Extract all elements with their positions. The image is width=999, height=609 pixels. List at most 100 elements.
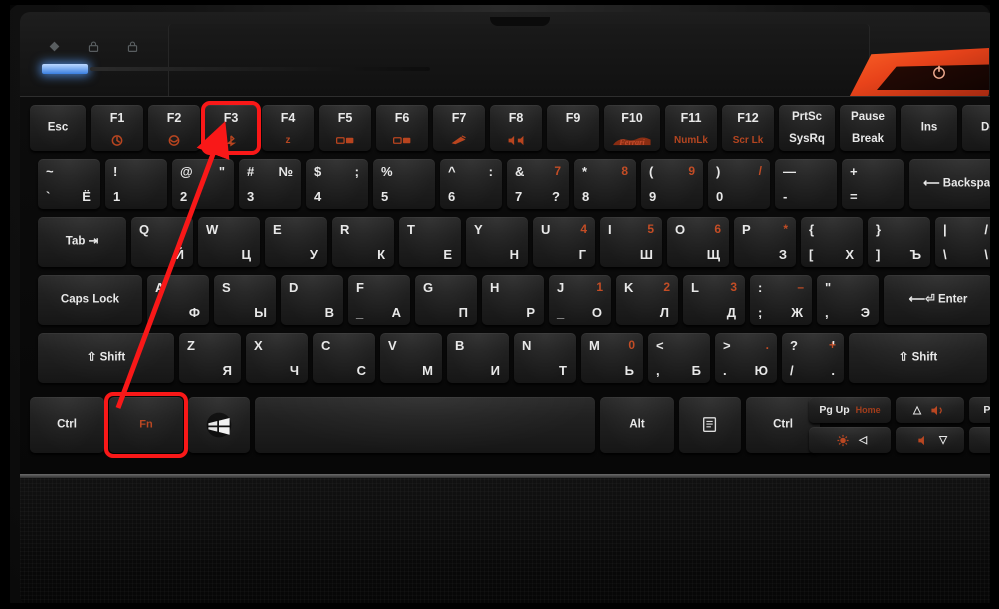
key-4[interactable]: $; 4	[306, 159, 368, 209]
key-t[interactable]: TЕ	[399, 217, 461, 267]
power-saver-icon-wrap	[148, 134, 200, 147]
key-m[interactable]: M 0 Ь	[581, 333, 643, 383]
key-k[interactable]: K 2 Л	[616, 275, 678, 325]
key-f4-label: F4	[280, 111, 296, 125]
key-e[interactable]: EУ	[265, 217, 327, 267]
key-f5[interactable]: F5	[319, 105, 371, 151]
key-x[interactable]: XЧ	[246, 333, 308, 383]
key-space[interactable]	[255, 397, 595, 453]
key-6-label-alt: :	[488, 164, 493, 179]
key-capslock[interactable]: Caps Lock	[38, 275, 142, 325]
key-minus-label: —	[783, 164, 796, 179]
key-p[interactable]: P * З	[734, 217, 796, 267]
key-lctrl[interactable]: Ctrl	[30, 397, 104, 453]
key-fn[interactable]: Fn	[109, 397, 183, 453]
key-pgup[interactable]: Pg Up Home	[809, 397, 891, 423]
key-f[interactable]: F _ А	[348, 275, 410, 325]
power-led-bar	[42, 64, 88, 74]
key-rshift[interactable]: ⇧ Shift	[849, 333, 987, 383]
key-2[interactable]: @ " 2	[172, 159, 234, 209]
key-i[interactable]: I 5 Ш	[600, 217, 662, 267]
key-lshift[interactable]: ⇧ Shift	[38, 333, 174, 383]
key-f12-secondary: Scr Lk	[732, 135, 764, 146]
key-d[interactable]: DВ	[281, 275, 343, 325]
key-f10[interactable]: F10Ferrari Ferrari	[604, 105, 660, 151]
key-minus[interactable]: — -	[775, 159, 837, 209]
key-prtsc[interactable]: PrtSc SysRq	[779, 105, 835, 151]
key-f9[interactable]: F9	[547, 105, 599, 151]
key-z[interactable]: ZЯ	[179, 333, 241, 383]
key-m-label: Ь	[624, 363, 634, 378]
key-7[interactable]: & 7 7?	[507, 159, 569, 209]
key-9-label: 9	[649, 189, 657, 204]
key-9[interactable]: (9 9	[641, 159, 703, 209]
key-n-label: Т	[559, 363, 567, 378]
key-esc[interactable]: Esc	[30, 105, 86, 151]
wireless-toggle-icon-wrap	[91, 134, 143, 147]
key-f8[interactable]: F8	[490, 105, 542, 151]
key-down[interactable]: ▽	[896, 427, 964, 453]
key-u[interactable]: U 4 Г	[533, 217, 595, 267]
key-pause[interactable]: Pause Break	[840, 105, 896, 151]
key-win[interactable]	[188, 397, 250, 453]
key-3[interactable]: # № 3	[239, 159, 301, 209]
key-s[interactable]: SЫ	[214, 275, 276, 325]
key-5[interactable]: % 5	[373, 159, 435, 209]
key-lbracket[interactable]: {[Х	[801, 217, 863, 267]
key-y[interactable]: YН	[466, 217, 528, 267]
key-v[interactable]: VМ	[380, 333, 442, 383]
key-l[interactable]: L 3 Д	[683, 275, 745, 325]
key-f1[interactable]: F1	[91, 105, 143, 151]
key-q-label: Й	[174, 247, 184, 262]
key-f2-label: F2	[166, 111, 182, 125]
key-b[interactable]: BИ	[447, 333, 509, 383]
key-i-label: 5	[647, 222, 654, 236]
key-a[interactable]: AФ	[147, 275, 209, 325]
key-1[interactable]: ! 1	[105, 159, 167, 209]
key-up[interactable]: △	[896, 397, 964, 423]
key-left[interactable]: ◁	[809, 427, 891, 453]
key-w[interactable]: WЦ	[198, 217, 260, 267]
key-g[interactable]: GП	[415, 275, 477, 325]
key-i-label: Ш	[639, 247, 653, 262]
key-f6[interactable]: F6	[376, 105, 428, 151]
key-f3[interactable]: F3	[205, 105, 257, 151]
key-quote[interactable]: ", Э	[817, 275, 879, 325]
key-f4[interactable]: F4 z	[262, 105, 314, 151]
key-slash-label: ?	[790, 338, 798, 353]
key-ins[interactable]: Ins	[901, 105, 957, 151]
key-slash[interactable]: ? + ' /.	[782, 333, 844, 383]
key-o[interactable]: O 6 Щ	[667, 217, 729, 267]
key-6[interactable]: ^: 6	[440, 159, 502, 209]
key-n[interactable]: NТ	[514, 333, 576, 383]
key-rbracket-label: ]	[876, 247, 881, 262]
key-j[interactable]: J 1 _ О	[549, 275, 611, 325]
key-ralt[interactable]: Alt	[600, 397, 674, 453]
key-f7[interactable]: F7	[433, 105, 485, 151]
key-f-label: _	[356, 305, 364, 320]
key-q[interactable]: QЙ	[131, 217, 193, 267]
power-icon[interactable]	[931, 64, 947, 80]
key-comma[interactable]: <, Б	[648, 333, 710, 383]
key-f12[interactable]: F12 Scr Lk	[722, 105, 774, 151]
key-equal-label: +	[850, 164, 858, 179]
key-f2[interactable]: F2	[148, 105, 200, 151]
key-menu[interactable]	[679, 397, 741, 453]
key-equal[interactable]: + =	[842, 159, 904, 209]
key-tilde[interactable]: ~ ` Ё	[38, 159, 100, 209]
key-backslash[interactable]: | / \ \	[935, 217, 997, 267]
key-period[interactable]: >.. Ю	[715, 333, 777, 383]
key-tab[interactable]: Tab ⇥	[38, 217, 126, 267]
key-f11[interactable]: F11 NumLk	[665, 105, 717, 151]
key-0[interactable]: ) / 0	[708, 159, 770, 209]
key-rbracket[interactable]: }] Ъ	[868, 217, 930, 267]
key-h[interactable]: HР	[482, 275, 544, 325]
key-c[interactable]: CС	[313, 333, 375, 383]
key-backspace[interactable]: ⟵ Backspace	[909, 159, 999, 209]
key-u-label: Г	[578, 247, 586, 262]
key-semicolon[interactable]: : –; Ж	[750, 275, 812, 325]
key-8[interactable]: * 8 8	[574, 159, 636, 209]
key-r[interactable]: RК	[332, 217, 394, 267]
key-e-label: У	[309, 247, 318, 262]
key-enter[interactable]: ⟵⏎ Enter	[884, 275, 992, 325]
